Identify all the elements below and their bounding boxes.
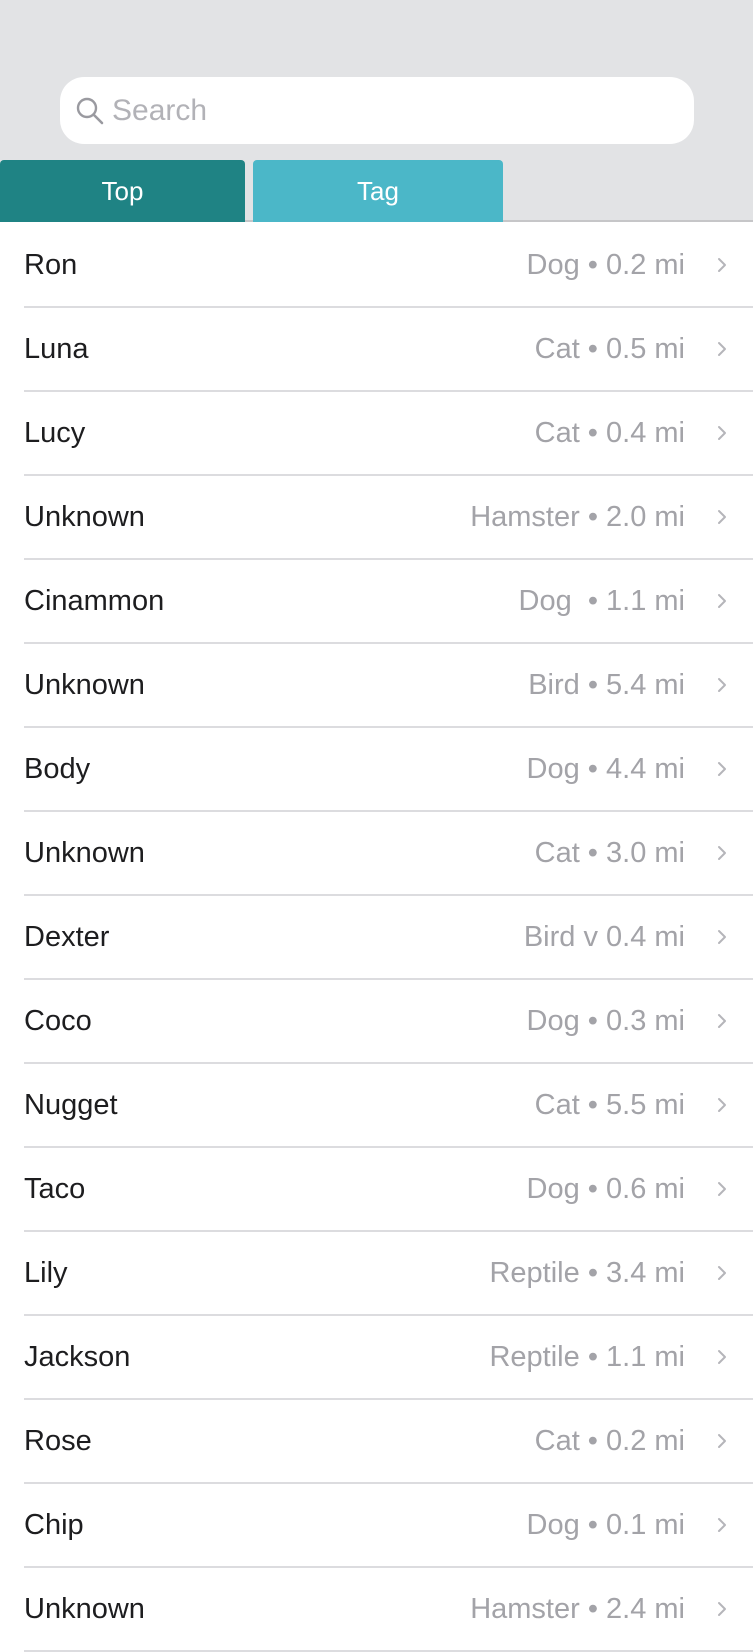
- tab-top-label: Top: [101, 175, 144, 206]
- pet-name: Unknown: [24, 500, 145, 533]
- pet-name: Luna: [24, 332, 89, 365]
- pet-name: Taco: [24, 1172, 86, 1205]
- pet-name: Unknown: [24, 836, 145, 869]
- pet-name: Body: [24, 752, 91, 785]
- chevron-right-icon: [715, 759, 729, 779]
- list-item[interactable]: Coco Dog • 0.3 mi: [24, 980, 753, 1064]
- chevron-right-icon: [715, 675, 729, 695]
- pet-name: Dexter: [24, 920, 110, 953]
- chevron-right-icon: [715, 1431, 729, 1451]
- chevron-right-icon: [715, 339, 729, 359]
- pet-detail: Reptile • 1.1 mi: [489, 1340, 685, 1373]
- pet-detail: Cat • 0.2 mi: [534, 1424, 685, 1457]
- pet-name: Unknown: [24, 668, 145, 701]
- pet-name: Rose: [24, 1424, 92, 1457]
- chevron-right-icon: [715, 507, 729, 527]
- pet-name: Ron: [24, 248, 78, 281]
- list-item[interactable]: Lucy Cat • 0.4 mi: [24, 392, 753, 476]
- list-item[interactable]: Unknown Hamster • 2.4 mi: [24, 1568, 753, 1652]
- pet-name: Lily: [24, 1256, 68, 1289]
- pet-detail: Hamster • 2.0 mi: [470, 500, 685, 533]
- list-item[interactable]: Lily Reptile • 3.4 mi: [24, 1232, 753, 1316]
- pet-detail: Cat • 0.5 mi: [534, 332, 685, 365]
- pet-detail: Dog • 0.1 mi: [526, 1508, 685, 1541]
- chevron-right-icon: [715, 1599, 729, 1619]
- list-item[interactable]: Rose Cat • 0.2 mi: [24, 1400, 753, 1484]
- chevron-right-icon: [715, 1263, 729, 1283]
- list-item[interactable]: Luna Cat • 0.5 mi: [24, 308, 753, 392]
- list-item[interactable]: Nugget Cat • 5.5 mi: [24, 1064, 753, 1148]
- pet-name: Cinammon: [24, 584, 165, 617]
- list-item[interactable]: Jackson Reptile • 1.1 mi: [24, 1316, 753, 1400]
- pet-name: Chip: [24, 1508, 84, 1541]
- chevron-right-icon: [715, 255, 729, 275]
- pet-detail: Hamster • 2.4 mi: [470, 1592, 685, 1625]
- list-item[interactable]: Chip Dog • 0.1 mi: [24, 1484, 753, 1568]
- pet-name: Coco: [24, 1004, 92, 1037]
- chevron-right-icon: [715, 1515, 729, 1535]
- list-item[interactable]: Unknown Bird • 5.4 mi: [24, 644, 753, 728]
- chevron-right-icon: [715, 1011, 729, 1031]
- list-item[interactable]: Unknown Cat • 3.0 mi: [24, 812, 753, 896]
- pet-detail: Dog • 1.1 mi: [518, 584, 686, 617]
- chevron-right-icon: [715, 1179, 729, 1199]
- pet-detail: Dog • 0.6 mi: [526, 1172, 685, 1205]
- pet-name: Unknown: [24, 1592, 145, 1625]
- tab-tag-label: Tag: [357, 175, 399, 206]
- list-item[interactable]: Body Dog • 4.4 mi: [24, 728, 753, 812]
- list-item[interactable]: Ron Dog • 0.2 mi: [24, 224, 753, 308]
- pet-list: Ron Dog • 0.2 mi Luna Cat • 0.5 mi Lucy Cat •…: [0, 224, 753, 1652]
- chevron-right-icon: [715, 927, 729, 947]
- pet-detail: Cat • 5.5 mi: [534, 1088, 685, 1121]
- search-bar[interactable]: [60, 77, 694, 144]
- pet-detail: Dog • 0.2 mi: [526, 248, 685, 281]
- pet-detail: Cat • 3.0 mi: [534, 836, 685, 869]
- pet-detail: Dog • 0.3 mi: [526, 1004, 685, 1037]
- pet-detail: Bird • 5.4 mi: [528, 668, 685, 701]
- pet-detail: Reptile • 3.4 mi: [489, 1256, 685, 1289]
- list-item[interactable]: Unknown Hamster • 2.0 mi: [24, 476, 753, 560]
- pet-detail: Bird v 0.4 mi: [523, 920, 685, 953]
- pet-detail: Cat • 0.4 mi: [534, 416, 685, 449]
- header: Top Tag: [0, 0, 753, 222]
- pet-name: Lucy: [24, 416, 86, 449]
- search-input[interactable]: [112, 80, 672, 141]
- chevron-right-icon: [715, 1095, 729, 1115]
- chevron-right-icon: [715, 843, 729, 863]
- chevron-right-icon: [715, 591, 729, 611]
- list-item[interactable]: Cinammon Dog • 1.1 mi: [24, 560, 753, 644]
- list-item[interactable]: Dexter Bird v 0.4 mi: [24, 896, 753, 980]
- list-item[interactable]: Taco Dog • 0.6 mi: [24, 1148, 753, 1232]
- pet-name: Jackson: [24, 1340, 131, 1373]
- pet-detail: Dog • 4.4 mi: [526, 752, 685, 785]
- pet-name: Nugget: [24, 1088, 118, 1121]
- tab-tag[interactable]: Tag: [253, 160, 503, 222]
- chevron-right-icon: [715, 423, 729, 443]
- tab-top[interactable]: Top: [0, 160, 245, 222]
- search-icon: [72, 93, 108, 129]
- chevron-right-icon: [715, 1347, 729, 1367]
